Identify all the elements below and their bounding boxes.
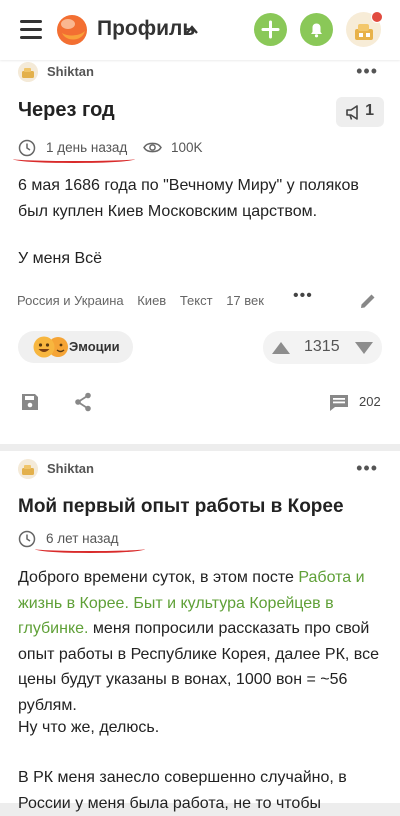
post-body-paragraph: Ну что же, делюсь. xyxy=(18,719,160,736)
post-body-paragraph: В РК меня занесло совершенно случайно, в… xyxy=(18,769,347,812)
post-time[interactable]: 1 день назад xyxy=(46,140,127,155)
post-body-paragraph: 6 мая 1686 года по "Вечному Миру" у поля… xyxy=(18,177,359,220)
annotation-underline xyxy=(35,545,145,553)
tags-more-button[interactable]: ••• xyxy=(293,287,313,305)
save-icon[interactable] xyxy=(21,393,39,411)
post-time[interactable]: 6 лет назад xyxy=(46,531,119,546)
pencil-icon[interactable] xyxy=(359,292,377,310)
downvote-button[interactable] xyxy=(355,342,373,354)
clock-icon xyxy=(18,530,36,548)
logo-icon[interactable] xyxy=(56,14,88,46)
post-card: Shiktan ••• Мой первый опыт работы в Кор… xyxy=(0,451,400,812)
body-text: Доброго времени суток, в этом посте xyxy=(18,569,299,586)
eye-icon xyxy=(143,142,162,153)
notifications-button[interactable] xyxy=(300,13,333,46)
view-count: 100K xyxy=(171,140,203,155)
page-title[interactable]: Профиль xyxy=(97,17,195,41)
emotions-button[interactable]: Эмоции xyxy=(18,331,133,363)
top-bar: Профиль xyxy=(0,0,400,60)
clock-icon xyxy=(18,139,36,157)
post-title[interactable]: Через год xyxy=(18,99,115,122)
tag[interactable]: Киев xyxy=(137,293,166,308)
share-icon[interactable] xyxy=(74,392,92,412)
author-avatar[interactable] xyxy=(18,62,38,82)
badge-count: 1 xyxy=(365,102,374,119)
user-avatar[interactable] xyxy=(346,11,383,47)
notification-dot xyxy=(371,11,383,23)
post-body-paragraph: Доброго времени суток, в этом посте Рабо… xyxy=(18,565,384,718)
author-name[interactable]: Shiktan xyxy=(47,64,94,79)
author-avatar[interactable] xyxy=(18,459,38,479)
post-more-button[interactable]: ••• xyxy=(356,458,378,479)
tag-list: Россия и Украина Киев Текст 17 век xyxy=(17,293,274,308)
tag[interactable]: 17 век xyxy=(226,293,264,308)
plus-icon xyxy=(261,20,280,39)
emotions-label: Эмоции xyxy=(69,339,120,354)
post-body-paragraph: У меня Всё xyxy=(18,250,103,267)
post-card: Shiktan ••• Через год 1 1 день назад 100… xyxy=(0,60,400,444)
post-title[interactable]: Мой первый опыт работы в Корее xyxy=(18,496,344,518)
bell-icon xyxy=(311,23,322,38)
rating-value: 1315 xyxy=(304,338,340,355)
upvote-button[interactable] xyxy=(272,342,290,354)
tag[interactable]: Россия и Украина xyxy=(17,293,124,308)
community-badge[interactable]: 1 xyxy=(336,97,384,127)
menu-icon[interactable] xyxy=(20,20,42,40)
emoji-icon xyxy=(33,336,68,358)
comment-count[interactable]: 202 xyxy=(359,394,381,409)
rating-widget: 1315 xyxy=(263,331,382,364)
tag[interactable]: Текст xyxy=(180,293,213,308)
comment-icon[interactable] xyxy=(329,394,349,412)
post-more-button[interactable]: ••• xyxy=(356,61,378,82)
megaphone-icon xyxy=(346,105,358,120)
annotation-underline xyxy=(13,155,135,163)
author-name[interactable]: Shiktan xyxy=(47,461,94,476)
add-post-button[interactable] xyxy=(254,13,287,46)
chevron-up-icon[interactable] xyxy=(186,22,198,38)
